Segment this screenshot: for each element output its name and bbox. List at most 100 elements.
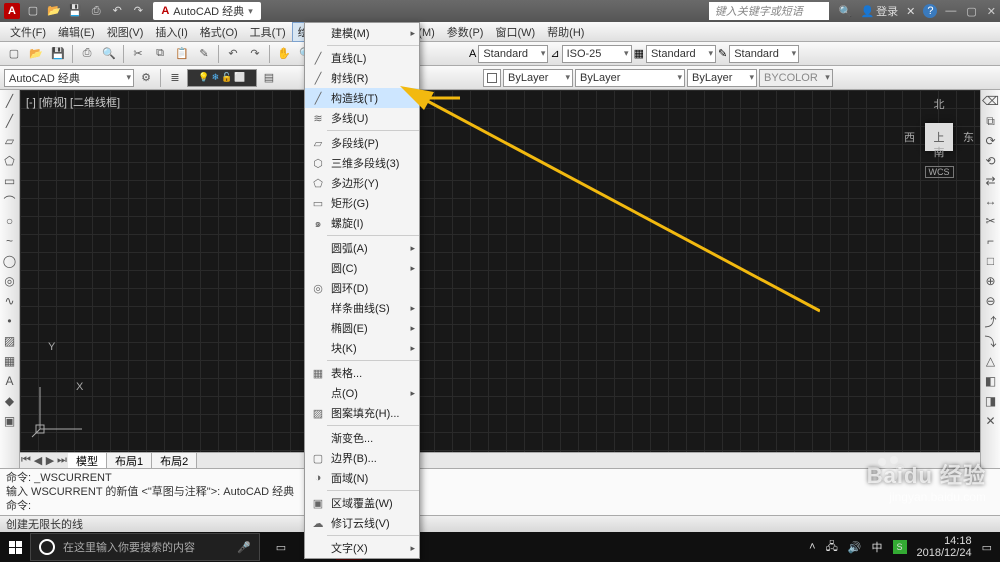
- color-combo[interactable]: ByLayer: [503, 69, 573, 87]
- exchange-icon[interactable]: ✕: [906, 5, 915, 18]
- qat-print-icon[interactable]: ⎙: [87, 3, 105, 21]
- draw-menu-item-2[interactable]: ╱直线(L): [305, 48, 419, 68]
- modify-tool-14[interactable]: ◧: [982, 372, 1000, 390]
- draw-menu-item-22[interactable]: ▨图案填充(H)...: [305, 403, 419, 423]
- draw-tool-11[interactable]: •: [1, 312, 19, 330]
- modify-tool-11[interactable]: ⤴: [982, 312, 1000, 330]
- save-icon[interactable]: 💾: [48, 44, 68, 64]
- match-icon[interactable]: ✎: [194, 44, 214, 64]
- viewcube[interactable]: 北 南 西 东 上 WCS: [904, 96, 974, 178]
- qat-undo-icon[interactable]: ↶: [108, 2, 126, 20]
- draw-menu-item-14[interactable]: 圆(C): [305, 258, 419, 278]
- modify-tool-13[interactable]: △: [982, 352, 1000, 370]
- preview-icon[interactable]: 🔍: [99, 44, 119, 64]
- menu-1[interactable]: 编辑(E): [52, 22, 101, 42]
- modify-tool-0[interactable]: ⌫: [982, 92, 1000, 110]
- draw-tool-9[interactable]: ◎: [1, 272, 19, 290]
- draw-menu-item-7[interactable]: ⏥多段线(P): [305, 133, 419, 153]
- layer-manager-icon[interactable]: ≣: [165, 68, 185, 88]
- draw-tool-12[interactable]: ▨: [1, 332, 19, 350]
- plot-icon[interactable]: ⎙: [77, 44, 97, 64]
- modify-tool-2[interactable]: ⟳: [982, 132, 1000, 150]
- draw-menu-item-5[interactable]: ≋多线(U): [305, 108, 419, 128]
- modify-tool-7[interactable]: ⌐: [982, 232, 1000, 250]
- qat-save-icon[interactable]: 💾: [66, 2, 84, 20]
- lineweight-combo[interactable]: ByLayer: [687, 69, 757, 87]
- help-icon[interactable]: ?: [923, 4, 937, 18]
- tray-net-icon[interactable]: 🖧: [826, 538, 838, 557]
- tray-notif-icon[interactable]: ▭: [982, 541, 992, 554]
- menu-11[interactable]: 帮助(H): [541, 22, 590, 42]
- draw-tool-4[interactable]: ▭: [1, 172, 19, 190]
- plotstyle-combo[interactable]: BYCOLOR: [759, 69, 833, 87]
- paste-icon[interactable]: 📋: [172, 44, 192, 64]
- dim-style-combo[interactable]: ISO-25: [562, 45, 632, 63]
- draw-menu-item-15[interactable]: ◎圆环(D): [305, 278, 419, 298]
- draw-menu-item-24[interactable]: 渐变色...: [305, 428, 419, 448]
- tray-up-icon[interactable]: ˄: [809, 541, 815, 553]
- tab-last-icon[interactable]: ⏭: [56, 454, 68, 467]
- draw-tool-7[interactable]: ~: [1, 232, 19, 250]
- draw-menu-item-20[interactable]: ▦表格...: [305, 363, 419, 383]
- modify-tool-5[interactable]: ↔: [982, 192, 1000, 210]
- start-button[interactable]: [0, 532, 30, 562]
- draw-menu-item-18[interactable]: 块(K): [305, 338, 419, 358]
- draw-menu-item-25[interactable]: ▢边界(B)...: [305, 448, 419, 468]
- wcs-label[interactable]: WCS: [925, 166, 954, 178]
- draw-tool-6[interactable]: ○: [1, 212, 19, 230]
- draw-menu-item-4[interactable]: ╱构造线(T): [305, 88, 419, 108]
- draw-tool-5[interactable]: ⌒: [1, 192, 19, 210]
- draw-tool-0[interactable]: ╱: [1, 92, 19, 110]
- draw-tool-14[interactable]: A: [1, 372, 19, 390]
- layer-state[interactable]: 💡❄🔓⬜: [187, 69, 257, 87]
- undo-icon[interactable]: ↶: [223, 44, 243, 64]
- text-style-combo[interactable]: Standard: [478, 45, 548, 63]
- mleader-style-combo[interactable]: Standard: [729, 45, 799, 63]
- draw-menu-item-0[interactable]: 建模(M): [305, 23, 419, 43]
- signin-icon[interactable]: 🔍: [839, 5, 853, 18]
- draw-tool-16[interactable]: ▣: [1, 412, 19, 430]
- draw-menu-item-11[interactable]: ๑螺旋(I): [305, 213, 419, 233]
- qat-open-icon[interactable]: 📂: [45, 2, 63, 20]
- modify-tool-8[interactable]: □: [982, 252, 1000, 270]
- modify-tool-1[interactable]: ⧉: [982, 112, 1000, 130]
- draw-tool-1[interactable]: ╱: [1, 112, 19, 130]
- modify-tool-4[interactable]: ⇄: [982, 172, 1000, 190]
- draw-tool-10[interactable]: ∿: [1, 292, 19, 310]
- menu-5[interactable]: 工具(T): [244, 22, 292, 42]
- draw-menu-item-3[interactable]: ╱射线(R): [305, 68, 419, 88]
- layer-props-icon[interactable]: ▤: [259, 68, 279, 88]
- tab-layout2[interactable]: 布局2: [152, 453, 197, 469]
- modify-tool-3[interactable]: ⟲: [982, 152, 1000, 170]
- modify-tool-16[interactable]: ✕: [982, 412, 1000, 430]
- pan-icon[interactable]: ✋: [274, 44, 294, 64]
- draw-menu-item-29[interactable]: ☁修订云线(V): [305, 513, 419, 533]
- new-icon[interactable]: ▢: [4, 44, 24, 64]
- view-label[interactable]: [-] [俯视] [二维线框]: [26, 94, 120, 110]
- modify-tool-9[interactable]: ⊕: [982, 272, 1000, 290]
- mic-icon[interactable]: 🎤: [237, 541, 251, 554]
- qat-new-icon[interactable]: ▢: [24, 2, 42, 20]
- cut-icon[interactable]: ✂: [128, 44, 148, 64]
- menu-3[interactable]: 插入(I): [149, 22, 193, 42]
- tray-ime-icon[interactable]: 中: [872, 539, 883, 555]
- tray-vol-icon[interactable]: 🔊: [848, 541, 862, 554]
- draw-menu-item-26[interactable]: ◑面域(N): [305, 468, 419, 488]
- color-swatch[interactable]: [483, 69, 501, 87]
- tab-first-icon[interactable]: ⏮: [20, 454, 32, 467]
- workspace-combo[interactable]: AutoCAD 经典: [4, 69, 134, 87]
- menu-0[interactable]: 文件(F): [4, 22, 52, 42]
- ws-settings-icon[interactable]: ⚙: [136, 68, 156, 88]
- redo-icon[interactable]: ↷: [245, 44, 265, 64]
- draw-menu-item-9[interactable]: ⬠多边形(Y): [305, 173, 419, 193]
- menu-2[interactable]: 视图(V): [101, 22, 150, 42]
- draw-tool-8[interactable]: ◯: [1, 252, 19, 270]
- login-button[interactable]: 👤 登录: [860, 3, 898, 19]
- taskview-icon[interactable]: ▭: [268, 534, 294, 560]
- table-style-combo[interactable]: Standard: [646, 45, 716, 63]
- draw-menu-item-17[interactable]: 椭圆(E): [305, 318, 419, 338]
- draw-tool-3[interactable]: ⬠: [1, 152, 19, 170]
- dropdown-icon[interactable]: ▾: [248, 6, 253, 17]
- open-icon[interactable]: 📂: [26, 44, 46, 64]
- draw-menu-item-10[interactable]: ▭矩形(G): [305, 193, 419, 213]
